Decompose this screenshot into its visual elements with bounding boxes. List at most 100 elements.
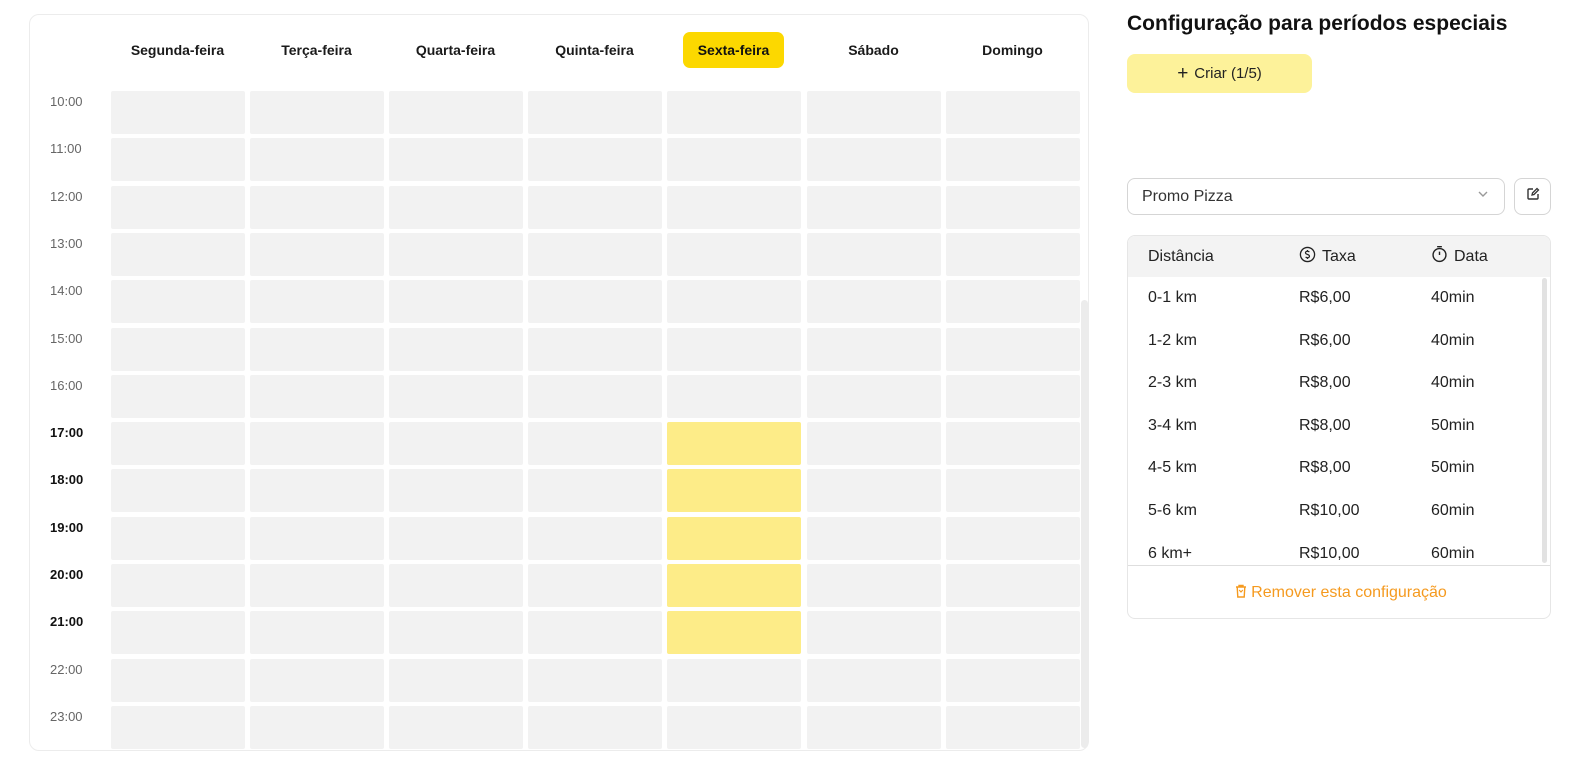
schedule-cell[interactable] bbox=[667, 611, 801, 655]
schedule-cell[interactable] bbox=[250, 327, 384, 371]
schedule-cell[interactable] bbox=[111, 611, 245, 655]
schedule-cell[interactable] bbox=[250, 185, 384, 229]
schedule-cell[interactable] bbox=[389, 374, 523, 418]
schedule-cell[interactable] bbox=[667, 516, 801, 560]
schedule-cell[interactable] bbox=[807, 611, 941, 655]
schedule-cell[interactable] bbox=[389, 564, 523, 607]
schedule-cell[interactable] bbox=[528, 469, 662, 513]
schedule-cell[interactable] bbox=[807, 185, 941, 229]
schedule-cell[interactable] bbox=[528, 232, 662, 276]
schedule-cell[interactable] bbox=[389, 280, 523, 324]
schedule-cell[interactable] bbox=[250, 516, 384, 560]
schedule-cell[interactable] bbox=[946, 374, 1080, 418]
schedule-cell[interactable] bbox=[111, 280, 245, 324]
schedule-cell[interactable] bbox=[111, 327, 245, 371]
schedule-cell[interactable] bbox=[946, 280, 1080, 324]
schedule-cell[interactable] bbox=[111, 564, 245, 607]
schedule-cell[interactable] bbox=[667, 91, 801, 134]
schedule-cell[interactable] bbox=[807, 516, 941, 560]
schedule-cell[interactable] bbox=[667, 564, 801, 607]
schedule-cell[interactable] bbox=[528, 91, 662, 134]
schedule-cell[interactable] bbox=[111, 705, 245, 749]
day-header-3[interactable]: Quinta-feira bbox=[527, 31, 662, 69]
schedule-cell[interactable] bbox=[389, 232, 523, 276]
schedule-cell[interactable] bbox=[250, 138, 384, 182]
schedule-cell[interactable] bbox=[667, 658, 801, 702]
schedule-cell[interactable] bbox=[667, 422, 801, 466]
create-button[interactable]: + Criar (1/5) bbox=[1127, 54, 1312, 93]
day-header-5[interactable]: Sábado bbox=[806, 31, 941, 69]
schedule-cell[interactable] bbox=[250, 91, 384, 134]
remove-config-button[interactable]: Remover esta configuração bbox=[1128, 566, 1550, 618]
schedule-cell[interactable] bbox=[250, 232, 384, 276]
day-header-1[interactable]: Terça-feira bbox=[249, 31, 384, 69]
schedule-cell[interactable] bbox=[389, 705, 523, 749]
schedule-cell[interactable] bbox=[807, 138, 941, 182]
schedule-cell[interactable] bbox=[528, 138, 662, 182]
schedule-cell[interactable] bbox=[528, 564, 662, 607]
schedule-cell[interactable] bbox=[111, 91, 245, 134]
schedule-cell[interactable] bbox=[389, 327, 523, 371]
schedule-cell[interactable] bbox=[111, 185, 245, 229]
schedule-cell[interactable] bbox=[389, 658, 523, 702]
schedule-cell[interactable] bbox=[807, 658, 941, 702]
schedule-scrollbar[interactable] bbox=[1081, 300, 1088, 748]
schedule-cell[interactable] bbox=[667, 374, 801, 418]
schedule-cell[interactable] bbox=[111, 138, 245, 182]
schedule-cell[interactable] bbox=[111, 232, 245, 276]
schedule-cell[interactable] bbox=[807, 280, 941, 324]
schedule-cell[interactable] bbox=[807, 422, 941, 466]
schedule-cell[interactable] bbox=[667, 327, 801, 371]
schedule-cell[interactable] bbox=[528, 422, 662, 466]
schedule-cell[interactable] bbox=[667, 280, 801, 324]
schedule-cell[interactable] bbox=[807, 469, 941, 513]
schedule-cell[interactable] bbox=[250, 611, 384, 655]
schedule-cell[interactable] bbox=[250, 658, 384, 702]
schedule-cell[interactable] bbox=[807, 564, 941, 607]
schedule-cell[interactable] bbox=[528, 374, 662, 418]
fees-scrollbar[interactable] bbox=[1542, 278, 1547, 563]
schedule-cell[interactable] bbox=[946, 185, 1080, 229]
schedule-cell[interactable] bbox=[946, 516, 1080, 560]
config-select[interactable]: Promo Pizza bbox=[1127, 178, 1505, 215]
schedule-cell[interactable] bbox=[528, 516, 662, 560]
schedule-cell[interactable] bbox=[807, 91, 941, 134]
schedule-cell[interactable] bbox=[946, 658, 1080, 702]
day-header-6[interactable]: Domingo bbox=[945, 31, 1080, 69]
schedule-cell[interactable] bbox=[250, 280, 384, 324]
schedule-cell[interactable] bbox=[528, 280, 662, 324]
schedule-cell[interactable] bbox=[389, 91, 523, 134]
schedule-cell[interactable] bbox=[946, 138, 1080, 182]
schedule-cell[interactable] bbox=[111, 422, 245, 466]
day-header-2[interactable]: Quarta-feira bbox=[388, 31, 523, 69]
schedule-cell[interactable] bbox=[667, 705, 801, 749]
schedule-cell[interactable] bbox=[667, 232, 801, 276]
schedule-cell[interactable] bbox=[807, 705, 941, 749]
schedule-cell[interactable] bbox=[807, 232, 941, 276]
schedule-cell[interactable] bbox=[250, 469, 384, 513]
schedule-cell[interactable] bbox=[946, 469, 1080, 513]
schedule-cell[interactable] bbox=[946, 564, 1080, 607]
schedule-cell[interactable] bbox=[389, 138, 523, 182]
schedule-cell[interactable] bbox=[667, 469, 801, 513]
schedule-cell[interactable] bbox=[389, 185, 523, 229]
schedule-cell[interactable] bbox=[250, 374, 384, 418]
schedule-cell[interactable] bbox=[528, 705, 662, 749]
schedule-cell[interactable] bbox=[389, 422, 523, 466]
schedule-cell[interactable] bbox=[667, 185, 801, 229]
schedule-cell[interactable] bbox=[807, 374, 941, 418]
schedule-cell[interactable] bbox=[389, 611, 523, 655]
schedule-cell[interactable] bbox=[667, 138, 801, 182]
day-header-4[interactable]: Sexta-feira bbox=[666, 31, 801, 69]
schedule-cell[interactable] bbox=[528, 611, 662, 655]
schedule-cell[interactable] bbox=[111, 516, 245, 560]
schedule-cell[interactable] bbox=[250, 422, 384, 466]
schedule-cell[interactable] bbox=[946, 232, 1080, 276]
edit-config-button[interactable] bbox=[1514, 178, 1551, 215]
schedule-cell[interactable] bbox=[250, 705, 384, 749]
schedule-cell[interactable] bbox=[389, 516, 523, 560]
schedule-cell[interactable] bbox=[528, 658, 662, 702]
schedule-cell[interactable] bbox=[528, 327, 662, 371]
schedule-cell[interactable] bbox=[946, 705, 1080, 749]
schedule-cell[interactable] bbox=[946, 611, 1080, 655]
